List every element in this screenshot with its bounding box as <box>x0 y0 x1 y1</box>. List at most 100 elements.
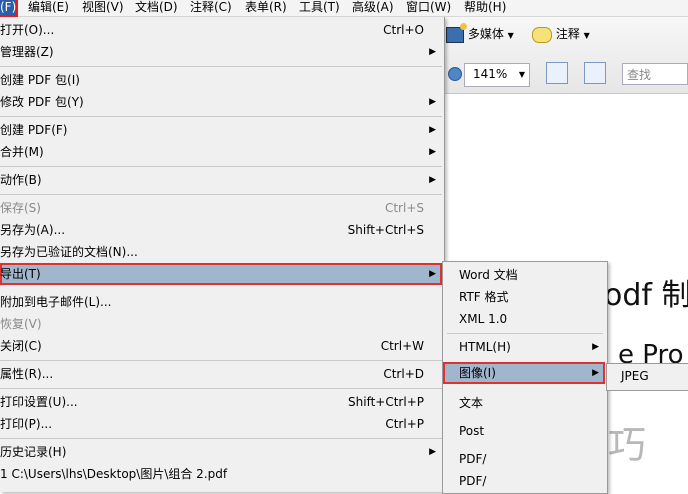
fit-page-icon[interactable] <box>584 62 606 84</box>
export-item-pdf-x[interactable]: PDF/ <box>443 470 605 492</box>
menu-item-actions[interactable]: 动作(B) ▶ <box>0 169 442 191</box>
menu-item-label: XML 1.0 <box>459 312 508 326</box>
menu-item-create-pdf-package[interactable]: 创建 PDF 包(I) <box>0 69 442 91</box>
menu-item-label: 文本 <box>459 396 484 410</box>
menu-item-label: 历史记录(H) <box>0 445 67 459</box>
menu-item-combine[interactable]: 合并(M) ▶ <box>0 141 442 163</box>
zoom-select[interactable]: 141% ▼ <box>464 63 530 87</box>
chevron-down-icon: ▼ <box>583 31 590 40</box>
menu-separator <box>0 166 442 167</box>
submenu-arrow-icon: ▶ <box>429 47 436 57</box>
menu-separator <box>0 116 442 117</box>
menu-item-save[interactable]: 保存(S) Ctrl+S <box>0 197 442 219</box>
menu-item-open[interactable]: 打开(O)... Ctrl+O <box>0 19 442 41</box>
menu-item-attach-email[interactable]: 附加到电子邮件(L)... <box>0 291 442 313</box>
menu-item-label: 打印设置(U)... <box>0 395 78 409</box>
multimedia-icon <box>446 22 467 43</box>
menu-item-modify-pdf-package[interactable]: 修改 PDF 包(Y) ▶ <box>0 91 442 113</box>
menu-file[interactable]: (F) <box>0 0 19 18</box>
menu-separator <box>0 194 442 195</box>
menu-item-label: 动作(B) <box>0 173 42 187</box>
submenu-arrow-icon: ▶ <box>429 175 436 185</box>
menu-item-label: 修改 PDF 包(Y) <box>0 95 84 109</box>
menu-item-shortcut: Ctrl+W <box>380 339 424 353</box>
submenu-arrow-icon: ▶ <box>429 147 436 157</box>
menu-separator <box>447 333 603 334</box>
menu-item-label: 打印(P)... <box>0 417 53 431</box>
export-submenu: Word 文档 RTF 格式 XML 1.0 HTML(H) ▶ 图像(I) ▶ 文… <box>442 261 608 494</box>
submenu-arrow-icon: ▶ <box>429 125 436 135</box>
submenu-arrow-icon: ▶ <box>429 447 436 457</box>
menu-form[interactable]: 表单(R) <box>245 0 287 16</box>
menu-separator <box>0 388 442 389</box>
menu-item-label: 打开(O)... <box>0 23 55 37</box>
menu-separator <box>0 438 442 439</box>
menu-help[interactable]: 帮助(H) <box>464 0 506 16</box>
image-item-jpeg[interactable]: JPEG <box>621 367 649 385</box>
menu-item-label: 关闭(C) <box>0 339 42 353</box>
menu-item-shortcut: Ctrl+P <box>385 417 424 431</box>
comment-icon <box>532 26 552 43</box>
menu-item-print[interactable]: 打印(P)... Ctrl+P <box>0 413 442 435</box>
menu-item-label: 保存(S) <box>0 201 41 215</box>
export-item-html[interactable]: HTML(H) ▶ <box>443 336 605 358</box>
document-text-line1: odf 制 <box>604 278 688 313</box>
menu-item-label: 图像(I) <box>459 366 496 380</box>
menu-item-history[interactable]: 历史记录(H) ▶ <box>0 441 442 463</box>
menu-item-label: 另存为已验证的文档(N)... <box>0 245 138 259</box>
comment-label: 注释 <box>555 27 580 41</box>
menu-item-shortcut: Shift+Ctrl+S <box>347 223 424 237</box>
menu-item-label: Post <box>459 424 485 438</box>
menu-item-export[interactable]: 导出(T) ▶ <box>0 263 442 285</box>
export-item-text[interactable]: 文本 <box>443 392 605 414</box>
menu-comment[interactable]: 注释(C) <box>190 0 232 16</box>
menu-window[interactable]: 窗口(W) <box>406 0 451 16</box>
menu-item-label: Word 文档 <box>459 268 518 282</box>
fit-width-icon[interactable] <box>546 62 568 84</box>
menu-separator <box>0 360 442 361</box>
export-item-postscript[interactable]: Post <box>443 420 605 442</box>
menu-item-organizer[interactable]: 管理器(Z) ▶ <box>0 41 442 63</box>
menu-view[interactable]: 视图(V) <box>82 0 124 16</box>
submenu-arrow-icon: ▶ <box>429 269 436 279</box>
menu-item-shortcut: Shift+Ctrl+P <box>348 395 424 409</box>
menu-item-label: RTF 格式 <box>459 290 509 304</box>
submenu-arrow-icon: ▶ <box>592 368 599 378</box>
chevron-down-icon: ▼ <box>518 70 525 79</box>
menu-item-revert[interactable]: 恢复(V) <box>0 313 442 335</box>
menu-item-label: 附加到电子邮件(L)... <box>0 295 112 309</box>
menu-item-label: PDF/ <box>459 452 487 466</box>
file-menu: 打开(O)... Ctrl+O 管理器(Z) ▶ 创建 PDF 包(I) 修改 PD… <box>0 17 445 492</box>
zoom-in-icon[interactable] <box>448 67 462 81</box>
menu-separator <box>0 66 442 67</box>
menu-item-label: 1 C:\Users\lhs\Desktop\图片\组合 2.pdf <box>0 467 228 481</box>
multimedia-label: 多媒体 <box>467 27 504 41</box>
menu-item-save-as[interactable]: 另存为(A)... Shift+Ctrl+S <box>0 219 442 241</box>
menu-tools[interactable]: 工具(T) <box>299 0 340 16</box>
chevron-down-icon: ▼ <box>507 31 514 40</box>
submenu-arrow-icon: ▶ <box>429 97 436 107</box>
menu-item-label: PDF/ <box>459 474 487 488</box>
export-item-pdf-a[interactable]: PDF/ <box>443 448 605 470</box>
menu-item-label: 管理器(Z) <box>0 45 54 59</box>
menu-item-create-pdf[interactable]: 创建 PDF(F) ▶ <box>0 119 442 141</box>
image-submenu: JPEG <box>606 363 688 391</box>
export-item-rtf[interactable]: RTF 格式 <box>443 286 605 308</box>
comment-button[interactable]: 注释 ▼ <box>532 25 590 43</box>
menu-document[interactable]: 文档(D) <box>135 0 178 16</box>
export-item-xml[interactable]: XML 1.0 <box>443 308 605 330</box>
search-input[interactable]: 查找 <box>622 63 688 85</box>
export-item-word[interactable]: Word 文档 <box>443 264 605 286</box>
menu-item-properties[interactable]: 属性(R)... Ctrl+D <box>0 363 442 385</box>
multimedia-button[interactable]: 多媒体 ▼ <box>446 22 514 43</box>
menu-item-save-as-certified[interactable]: 另存为已验证的文档(N)... <box>0 241 442 263</box>
menu-item-print-setup[interactable]: 打印设置(U)... Shift+Ctrl+P <box>0 391 442 413</box>
menu-item-label: 恢复(V) <box>0 317 42 331</box>
menu-item-label: 合并(M) <box>0 145 44 159</box>
menu-advanced[interactable]: 高级(A) <box>352 0 394 16</box>
export-item-image[interactable]: 图像(I) ▶ <box>443 362 605 384</box>
menu-edit[interactable]: 编辑(E) <box>28 0 69 16</box>
menu-item-recent-file[interactable]: 1 C:\Users\lhs\Desktop\图片\组合 2.pdf <box>0 463 442 485</box>
menu-item-label: HTML(H) <box>459 340 511 354</box>
menu-item-close[interactable]: 关闭(C) Ctrl+W <box>0 335 442 357</box>
